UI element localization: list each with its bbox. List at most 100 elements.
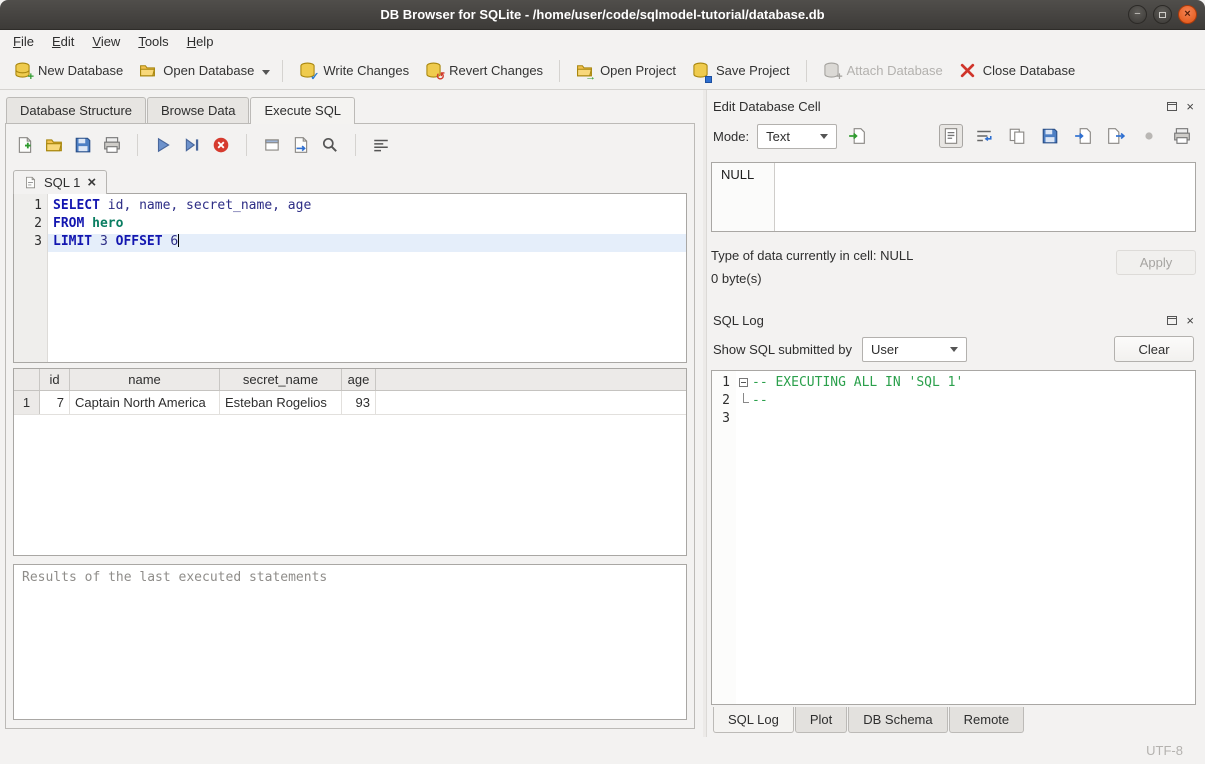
sql-line-1: SELECT id, name, secret_name, age xyxy=(48,198,686,216)
sql-keyword: FROM xyxy=(53,216,84,231)
cell-secret-name[interactable]: Esteban Rogelios xyxy=(220,391,342,414)
menu-help[interactable]: Help xyxy=(178,32,223,51)
right-pane: Edit Database Cell × Mode: Text xyxy=(706,90,1205,737)
clear-log-button[interactable]: Clear xyxy=(1114,336,1194,362)
maximize-button[interactable] xyxy=(1153,5,1172,24)
sql-table-name: hero xyxy=(84,216,123,231)
mode-label: Mode: xyxy=(713,129,749,144)
plus-icon: + xyxy=(836,72,842,83)
header-filler xyxy=(376,369,686,390)
save-cell-button[interactable] xyxy=(1038,124,1062,148)
minimize-button[interactable]: − xyxy=(1128,5,1147,24)
open-project-button[interactable]: → Open Project xyxy=(568,56,684,85)
sql-code-editor[interactable]: 1 2 3 SELECT id, name, secret_name, age … xyxy=(13,193,687,363)
print-cell-button[interactable] xyxy=(1170,124,1194,148)
status-bar: UTF-8 xyxy=(0,737,1205,764)
stop-execution-button[interactable] xyxy=(209,133,233,157)
apply-button[interactable]: Apply xyxy=(1116,250,1196,275)
cell-value-null: NULL xyxy=(712,163,775,231)
set-null-button[interactable] xyxy=(1137,124,1161,148)
column-header-id[interactable]: id xyxy=(40,369,70,390)
code-area[interactable]: SELECT id, name, secret_name, age FROM h… xyxy=(48,194,686,362)
detach-tab-button[interactable] xyxy=(260,133,284,157)
revert-changes-button[interactable]: ↺ Revert Changes xyxy=(417,56,551,85)
export-results-button[interactable] xyxy=(289,133,313,157)
mode-combobox[interactable]: Text xyxy=(757,124,837,149)
save-sql-file-button[interactable] xyxy=(71,133,95,157)
tab-remote[interactable]: Remote xyxy=(949,707,1025,733)
tab-db-schema[interactable]: DB Schema xyxy=(848,707,947,733)
cell-id[interactable]: 7 xyxy=(40,391,70,414)
sql-log-view[interactable]: 1 2 3 -- EXECUTING ALL IN 'SQL 1' -- xyxy=(711,370,1196,705)
cell-age[interactable]: 93 xyxy=(342,391,376,414)
cell-value-content[interactable] xyxy=(775,163,1195,231)
close-database-button[interactable]: Close Database xyxy=(951,56,1084,85)
window-titlebar: DB Browser for SQLite - /home/user/code/… xyxy=(0,0,1205,30)
cell-name[interactable]: Captain North America xyxy=(70,391,220,414)
sql-editor-tab-bar: SQL 1 × xyxy=(13,170,687,193)
cell-value-editor[interactable]: NULL xyxy=(711,162,1196,232)
tab-execute-sql[interactable]: Execute SQL xyxy=(250,97,355,124)
write-changes-button[interactable]: ✓ Write Changes xyxy=(291,56,417,85)
copy-icon xyxy=(1008,127,1026,145)
text-mode-button[interactable] xyxy=(939,124,963,148)
column-header-secret-name[interactable]: secret_name xyxy=(220,369,342,390)
format-sql-button[interactable] xyxy=(369,133,393,157)
maximize-icon xyxy=(1159,12,1166,18)
float-dock-icon[interactable] xyxy=(1167,102,1177,111)
print-icon xyxy=(1173,127,1191,145)
tab-browse-data[interactable]: Browse Data xyxy=(147,97,249,123)
execution-results-message[interactable]: Results of the last executed statements xyxy=(13,564,687,720)
tab-sql-log[interactable]: SQL Log xyxy=(713,707,794,733)
toolbar-separator xyxy=(355,134,356,156)
close-dock-icon[interactable]: × xyxy=(1186,314,1194,327)
export-cell-button[interactable] xyxy=(1104,124,1128,148)
close-tab-icon[interactable]: × xyxy=(87,175,96,190)
open-database-dropdown[interactable] xyxy=(262,62,274,79)
menu-file[interactable]: File xyxy=(4,32,43,51)
encoding-indicator[interactable]: UTF-8 xyxy=(1146,743,1183,758)
revert-changes-label: Revert Changes xyxy=(449,63,543,78)
menu-view[interactable]: View xyxy=(83,32,129,51)
main-toolbar: + New Database Open Database ✓ Write Cha… xyxy=(0,52,1205,90)
fold-margin xyxy=(736,371,752,704)
menu-tools[interactable]: Tools xyxy=(129,32,177,51)
float-dock-icon[interactable] xyxy=(1167,316,1177,325)
log-filter-combobox[interactable]: User xyxy=(862,337,967,362)
tab-database-structure[interactable]: Database Structure xyxy=(6,97,146,123)
column-header-age[interactable]: age xyxy=(342,369,376,390)
execute-current-line-button[interactable] xyxy=(180,133,204,157)
chevron-down-icon xyxy=(950,347,958,352)
toolbar-separator xyxy=(246,134,247,156)
row-number[interactable]: 1 xyxy=(14,391,40,414)
close-button[interactable]: × xyxy=(1178,5,1197,24)
find-replace-icon xyxy=(321,136,339,154)
new-tab-button[interactable] xyxy=(13,133,37,157)
copy-cell-button[interactable] xyxy=(1005,124,1029,148)
close-dock-icon[interactable]: × xyxy=(1186,100,1194,113)
import-data-button[interactable] xyxy=(845,124,869,148)
import-data-icon xyxy=(848,127,866,145)
line-number-gutter: 1 2 3 xyxy=(14,194,48,362)
save-project-button[interactable]: Save Project xyxy=(684,56,798,85)
execute-all-button[interactable] xyxy=(151,133,175,157)
find-replace-button[interactable] xyxy=(318,133,342,157)
dock-controls: × xyxy=(1167,100,1194,113)
log-content: -- EXECUTING ALL IN 'SQL 1' -- xyxy=(752,371,1195,704)
import-cell-button[interactable] xyxy=(1071,124,1095,148)
undo-arrow-icon: ↺ xyxy=(436,72,445,83)
sql-editor-tab[interactable]: SQL 1 × xyxy=(13,170,107,194)
new-database-button[interactable]: + New Database xyxy=(6,56,131,85)
save-project-label: Save Project xyxy=(716,63,790,78)
log-line-3 xyxy=(752,411,1195,429)
open-sql-file-button[interactable] xyxy=(42,133,66,157)
column-header-name[interactable]: name xyxy=(70,369,220,390)
open-database-button[interactable]: Open Database xyxy=(131,56,262,85)
word-wrap-button[interactable] xyxy=(972,124,996,148)
tab-plot[interactable]: Plot xyxy=(795,707,847,733)
menu-edit[interactable]: Edit xyxy=(43,32,83,51)
line-number: 2 xyxy=(712,393,736,411)
log-line-number-gutter: 1 2 3 xyxy=(712,371,736,704)
fold-collapse-icon[interactable] xyxy=(739,378,748,387)
print-sql-button[interactable] xyxy=(100,133,124,157)
